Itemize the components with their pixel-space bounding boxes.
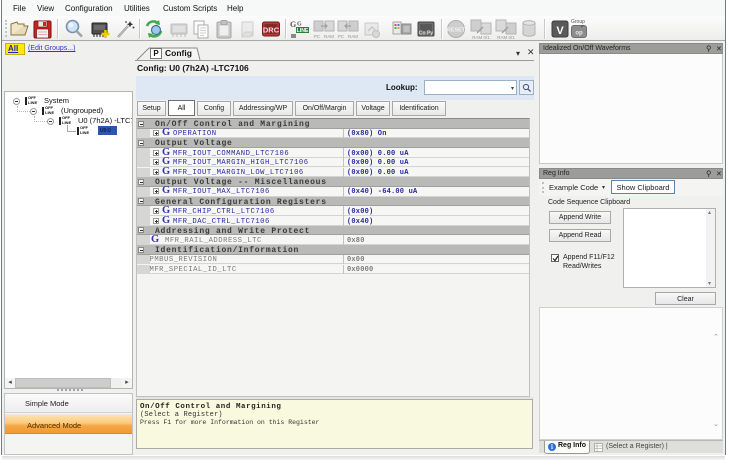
- svg-text:op: op: [575, 31, 583, 37]
- svg-text:RAM: RAM: [324, 34, 334, 39]
- svg-text:PC: PC: [314, 34, 321, 39]
- svg-text:RAM 0/1: RAM 0/1: [497, 35, 515, 40]
- svg-text:Co Py: Co Py: [419, 31, 433, 37]
- svg-text:G: G: [297, 22, 302, 28]
- svg-text:LINE: LINE: [297, 28, 309, 34]
- svg-text:RAM: RAM: [348, 34, 358, 39]
- svg-text:RESET: RESET: [447, 28, 466, 34]
- svg-text:PC: PC: [338, 34, 345, 39]
- svg-text:DRC: DRC: [263, 26, 280, 35]
- svg-text:RAM 0/1: RAM 0/1: [472, 35, 490, 40]
- svg-text:V: V: [556, 25, 564, 37]
- svg-text:G: G: [290, 20, 296, 29]
